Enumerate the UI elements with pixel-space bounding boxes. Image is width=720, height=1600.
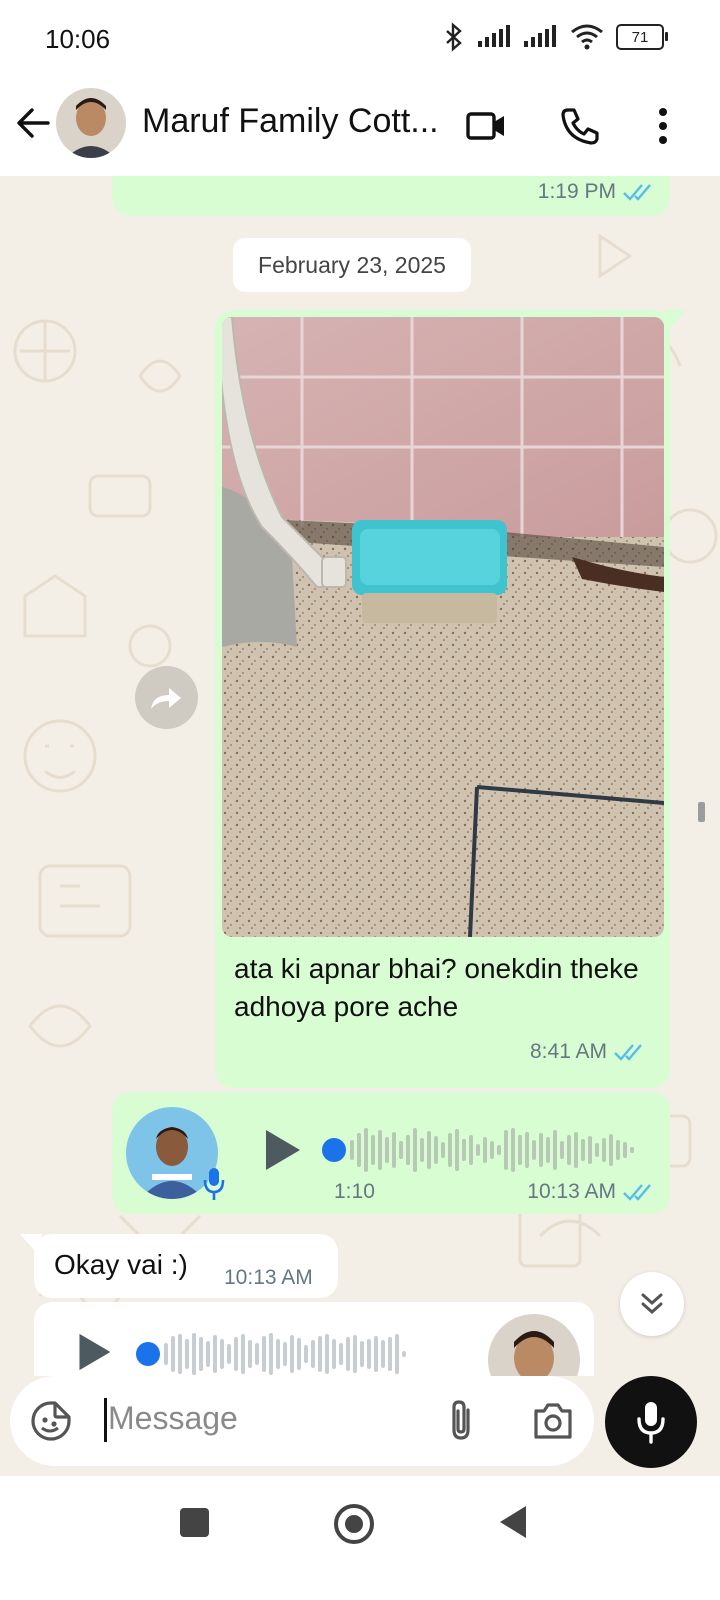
voice-message-bubble[interactable]: 1:10 10:13 AM [112,1092,670,1214]
signal-icon [478,25,510,47]
photo-caption: ata ki apnar bhai? onekdin theke adhoya … [234,953,639,1022]
voice-waveform [350,1126,634,1174]
voice-waveform [164,1330,406,1376]
message-bubble-partial[interactable]: 1:19 PM [112,176,670,216]
chat-title[interactable]: Maruf Family Cott... [142,102,439,141]
composer-bar: Message [0,1376,720,1476]
more-vertical-icon[interactable] [641,104,685,148]
system-nav-bar [0,1476,720,1600]
sticker-icon[interactable] [30,1400,72,1442]
voice-record-button[interactable] [605,1376,697,1468]
play-icon[interactable] [260,1128,304,1172]
read-receipt-icon [623,1184,651,1201]
wifi-icon [571,24,603,50]
read-receipt-icon [623,184,651,201]
battery-level: 71 [631,28,649,46]
message-input[interactable]: Message [10,1376,594,1466]
double-chevron-down-icon [641,1293,663,1315]
battery-icon: 71 [616,24,668,50]
forward-button[interactable] [135,666,198,729]
bluetooth-icon [446,22,462,52]
message-meta: 8:41 AM [530,1040,647,1064]
chat-area[interactable]: 1:19 PM February 23, 2025 ata ki apnar b… [0,176,720,1376]
signal-icon [524,25,556,47]
message-time: 10:13 AM [527,1180,616,1203]
incoming-voice-bubble[interactable] [34,1302,594,1376]
message-time: 8:41 AM [530,1040,608,1063]
message-photo[interactable] [222,317,664,937]
bubble-tail [20,1234,42,1252]
home-circle-icon[interactable] [334,1504,374,1544]
avatar-photo [56,88,126,158]
message-time: 1:19 PM [537,180,616,203]
back-arrow-icon[interactable] [14,103,54,143]
message-meta: 10:13 AM [527,1180,656,1204]
message-placeholder: Message [108,1400,238,1436]
photo-image [222,317,664,937]
status-icons: 71 [442,22,668,52]
incoming-message-text: Okay vai :) [54,1249,188,1280]
date-separator: February 23, 2025 [233,238,471,292]
status-bar: 10:06 71 [0,0,720,80]
video-call-icon[interactable] [464,104,508,148]
scroll-to-bottom-button[interactable] [620,1272,684,1336]
mic-icon [637,1402,665,1444]
status-time: 10:06 [45,24,111,54]
text-caret [104,1398,107,1442]
read-receipt-icon [614,1044,642,1061]
chat-header: Maruf Family Cott... [0,80,720,176]
recents-square-icon[interactable] [180,1508,209,1537]
scrollbar-thumb[interactable] [698,802,705,822]
phone-icon[interactable] [558,104,602,148]
forward-icon [150,687,181,709]
contact-avatar[interactable] [56,88,126,158]
voice-sender-avatar [488,1314,580,1376]
message-meta: 1:19 PM [538,180,656,204]
back-triangle-icon[interactable] [498,1504,528,1540]
bubble-tail [664,310,686,328]
voice-duration: 1:10 [334,1180,375,1203]
incoming-message-bubble[interactable]: Okay vai :) 10:13 AM [34,1234,338,1298]
attach-icon[interactable] [444,1398,478,1444]
play-icon[interactable] [74,1332,114,1372]
camera-icon[interactable] [532,1401,574,1441]
message-time: 10:13 AM [224,1266,313,1289]
voice-progress-dot[interactable] [322,1138,346,1162]
voice-progress-dot[interactable] [136,1342,160,1366]
voice-mic-icon [203,1168,225,1200]
